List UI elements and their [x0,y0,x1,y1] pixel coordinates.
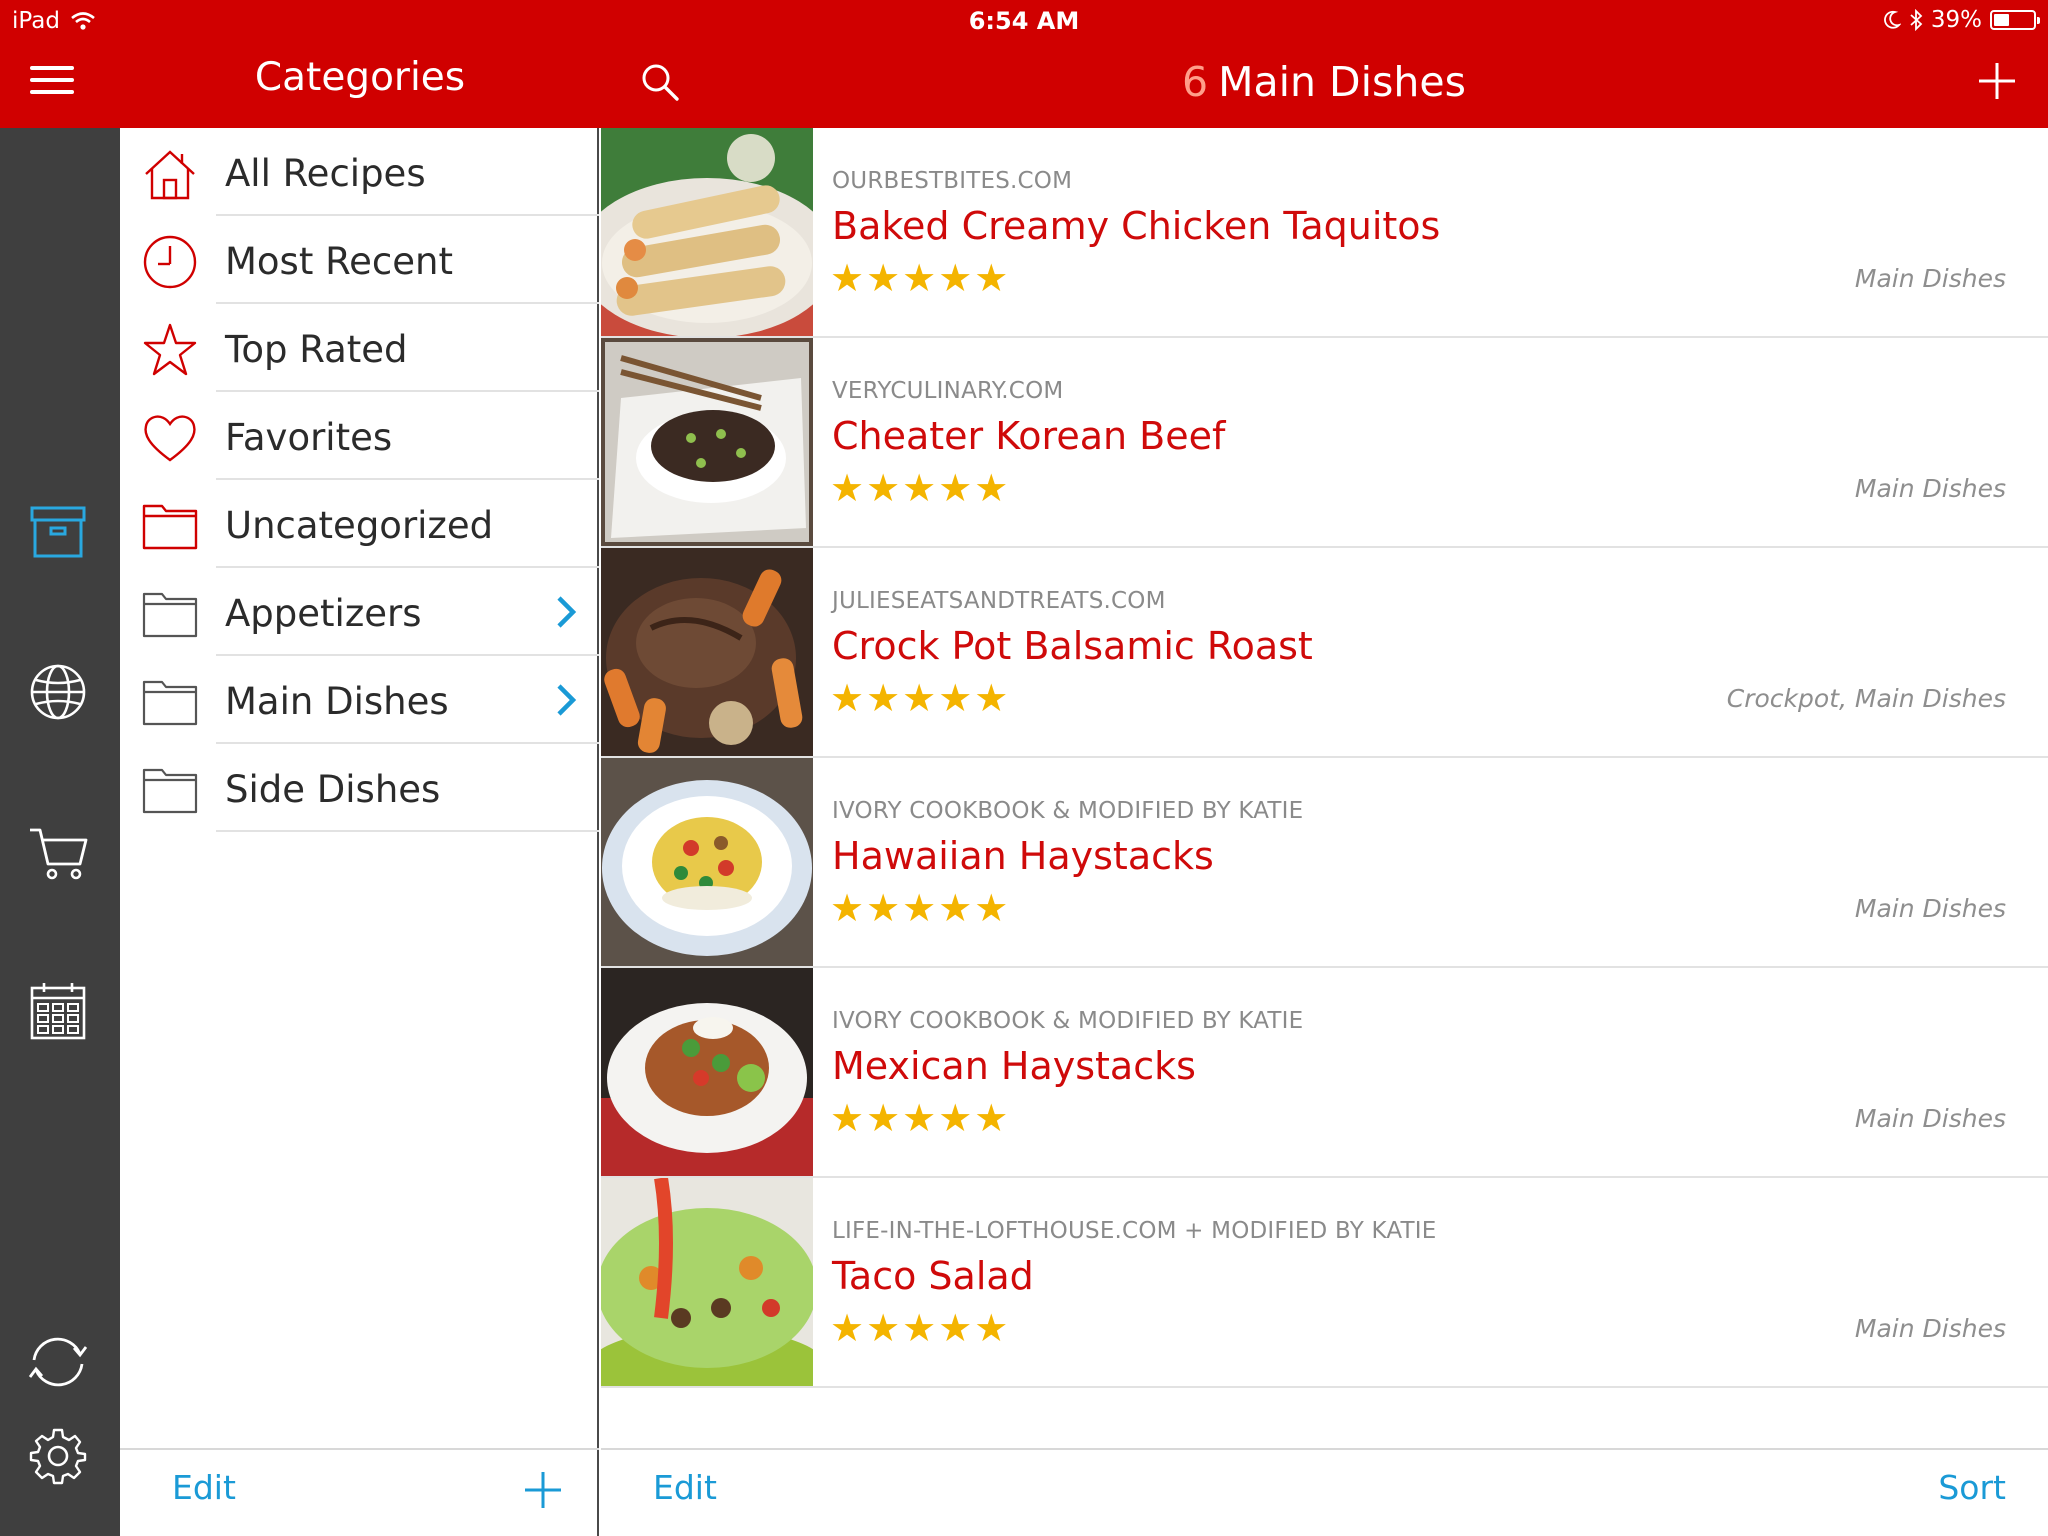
recipe-photo [601,548,813,756]
edit-recipes-button[interactable]: Edit [653,1468,717,1507]
recipe-row[interactable]: IVORY COOKBOOK & MODIFIED BY KATIE Mexic… [601,968,2048,1178]
add-category-icon[interactable] [523,1470,563,1510]
bluetooth-icon [1910,9,1923,31]
recipes-toolbar: Edit Sort [601,1448,2048,1536]
recipe-source: VERYCULINARY.COM [832,378,1064,404]
recipe-photo [601,968,813,1176]
category-label: Main Dishes [225,680,449,723]
recipe-photo [601,338,813,546]
rating-stars: ★★★★★ [830,676,1011,720]
sync-icon[interactable] [24,1328,92,1396]
recipe-count: 6 [1182,58,1209,106]
recipe-source: IVORY COOKBOOK & MODIFIED BY KATIE [832,798,1304,824]
category-label: All Recipes [225,152,426,195]
categories-toolbar: Edit [120,1448,599,1536]
status-bar: iPad 6:54 AM 39% [0,0,2048,40]
home-icon [145,150,195,200]
recipe-categories: Main Dishes [1854,1314,2006,1343]
folder-icon [142,592,198,638]
categories-title: Categories [254,55,466,100]
category-all-recipes[interactable]: All Recipes [120,128,599,216]
category-most-recent[interactable]: Most Recent [120,216,599,304]
categories-panel: All Recipes Most Recent Top Rated Favori… [120,128,599,1536]
edit-categories-button[interactable]: Edit [172,1468,236,1507]
recipe-categories: Main Dishes [1854,894,2006,923]
side-rail [0,128,120,1536]
battery-icon [1990,10,2040,30]
recipe-source: OURBESTBITES.COM [832,168,1073,194]
recipes-box-icon[interactable] [24,498,92,566]
battery-percent: 39% [1930,7,1982,33]
category-main-dishes[interactable]: Main Dishes [120,656,599,744]
category-label: Uncategorized [225,504,494,547]
recipe-title: Taco Salad [832,1254,1034,1298]
chevron-right-icon[interactable] [555,682,577,718]
gear-icon[interactable] [24,1422,92,1490]
category-appetizers[interactable]: Appetizers [120,568,599,656]
rating-stars: ★★★★★ [830,1306,1011,1350]
globe-icon[interactable] [24,658,92,726]
recipe-row[interactable]: OURBESTBITES.COM Baked Creamy Chicken Ta… [601,128,2048,338]
category-label: Favorites [225,416,393,459]
recipe-title: Hawaiian Haystacks [832,834,1214,878]
hamburger-line [30,66,74,70]
category-label: Side Dishes [225,768,441,811]
folder-icon [142,768,198,814]
category-label: Most Recent [225,240,453,283]
cart-icon[interactable] [24,818,92,886]
recipe-list: OURBESTBITES.COM Baked Creamy Chicken Ta… [601,128,2048,1536]
clock-icon [143,235,197,289]
add-recipe-icon[interactable] [1976,60,2018,102]
rating-stars: ★★★★★ [830,1096,1011,1140]
menu-button[interactable] [30,66,74,98]
rating-stars: ★★★★★ [830,256,1011,300]
recipe-title: Mexican Haystacks [832,1044,1196,1088]
star-icon [143,323,197,376]
recipe-row[interactable]: VERYCULINARY.COM Cheater Korean Beef ★★★… [601,338,2048,548]
status-time: 6:54 AM [968,7,1080,35]
divider [216,830,599,832]
folder-icon [142,504,198,550]
page-title-text: Main Dishes [1218,58,1466,106]
sort-button[interactable]: Sort [1938,1468,2006,1507]
app-header: iPad 6:54 AM 39% Categories 6 Main Dishe… [0,0,2048,128]
recipe-row[interactable]: LIFE-IN-THE-LOFTHOUSE.COM + MODIFIED BY … [601,1178,2048,1388]
recipe-categories: Main Dishes [1854,474,2006,503]
recipe-source: LIFE-IN-THE-LOFTHOUSE.COM + MODIFIED BY … [832,1218,1437,1244]
battery-level [1994,14,2009,26]
recipe-title: Cheater Korean Beef [832,414,1226,458]
recipe-row[interactable]: IVORY COOKBOOK & MODIFIED BY KATIE Hawai… [601,758,2048,968]
moon-icon [1884,10,1901,29]
recipe-photo [601,1178,813,1386]
recipe-source: JULIESEATSANDTREATS.COM [832,588,1166,614]
category-top-rated[interactable]: Top Rated [120,304,599,392]
hamburger-line [30,78,74,82]
hamburger-line [30,90,74,94]
heart-icon [144,415,196,462]
recipe-title: Crock Pot Balsamic Roast [832,624,1313,668]
rating-stars: ★★★★★ [830,886,1011,930]
recipe-categories: Main Dishes [1854,264,2006,293]
recipe-categories: Crockpot, Main Dishes [1726,684,2006,713]
category-side-dishes[interactable]: Side Dishes [120,744,599,832]
recipe-categories: Main Dishes [1854,1104,2006,1133]
recipe-source: IVORY COOKBOOK & MODIFIED BY KATIE [832,1008,1304,1034]
calendar-icon[interactable] [24,978,92,1046]
rating-stars: ★★★★★ [830,466,1011,510]
recipe-row[interactable]: JULIESEATSANDTREATS.COM Crock Pot Balsam… [601,548,2048,758]
category-label: Appetizers [225,592,422,635]
recipe-photo [601,758,813,966]
page-title: 6 Main Dishes [600,58,2048,106]
category-favorites[interactable]: Favorites [120,392,599,480]
recipe-title: Baked Creamy Chicken Taquitos [832,204,1441,248]
recipe-photo [601,128,813,336]
category-label: Top Rated [225,328,408,371]
chevron-right-icon[interactable] [555,594,577,630]
folder-icon [142,680,198,726]
category-uncategorized[interactable]: Uncategorized [120,480,599,568]
